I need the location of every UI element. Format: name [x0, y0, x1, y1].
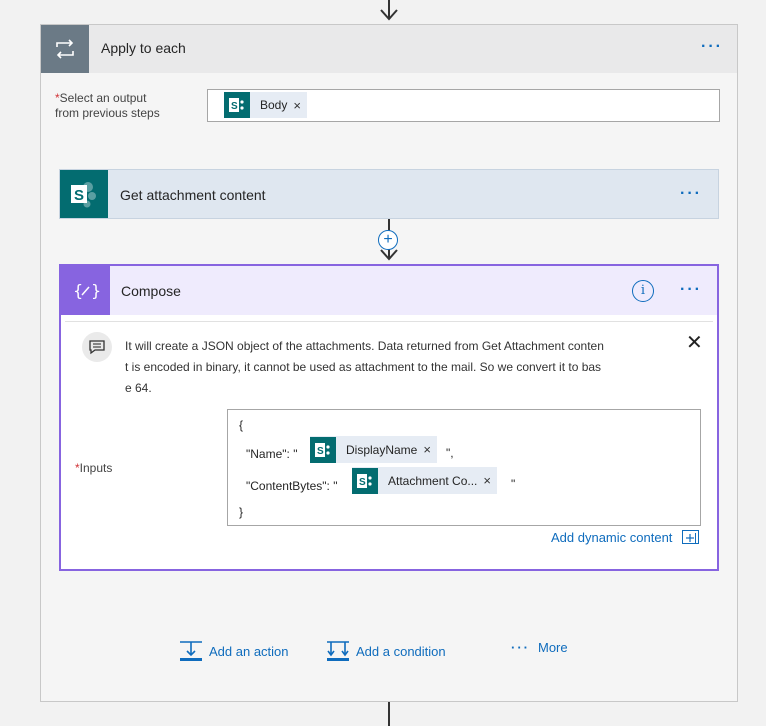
- add-dynamic-content-link[interactable]: Add dynamic content: [551, 530, 672, 545]
- body-token[interactable]: S Body ×: [224, 92, 307, 118]
- get-attachment-content-card[interactable]: S Get attachment content ···: [59, 169, 719, 219]
- inputs-label-text: Inputs: [79, 461, 113, 475]
- add-action-label: Add an action: [209, 643, 289, 659]
- apply-to-each-title: Apply to each: [101, 40, 186, 56]
- more-button[interactable]: ··· More: [511, 640, 568, 655]
- sharepoint-icon: S: [224, 92, 250, 118]
- sharepoint-icon: S: [352, 467, 378, 494]
- compose-title: Compose: [121, 283, 181, 299]
- compose-menu-icon[interactable]: ···: [680, 281, 702, 299]
- loop-icon: [41, 25, 89, 73]
- apply-menu-icon[interactable]: ···: [701, 38, 723, 56]
- json-contentbytes-key: "ContentBytes": ": [246, 479, 338, 493]
- body-token-remove-icon[interactable]: ×: [293, 98, 307, 113]
- add-condition-label: Add a condition: [356, 643, 446, 659]
- get-attachment-menu-icon[interactable]: ···: [680, 185, 702, 203]
- attachment-content-token-remove-icon[interactable]: ×: [483, 473, 497, 488]
- arrow-down-icon: [380, 9, 398, 21]
- select-output-label-line2: from previous steps: [55, 106, 160, 120]
- svg-text:{: {: [73, 281, 83, 300]
- inputs-field[interactable]: { "Name": " S DisplayName × ", "ContentB…: [227, 409, 701, 526]
- attachment-content-token-label: Attachment Co...: [388, 473, 478, 488]
- svg-text:S: S: [231, 101, 238, 112]
- add-step-plus-icon[interactable]: +: [378, 230, 398, 250]
- svg-text:S: S: [317, 446, 324, 457]
- add-dynamic-content-icon[interactable]: [682, 530, 699, 544]
- more-label: More: [538, 640, 568, 655]
- comment-text: It will create a JSON object of the atta…: [125, 339, 604, 395]
- add-action-icon: [180, 641, 202, 661]
- json-name-suffix: ",: [446, 446, 454, 460]
- header-divider: [65, 321, 713, 322]
- info-icon[interactable]: i: [632, 280, 654, 302]
- select-output-label-line1: Select an output: [59, 91, 147, 105]
- close-comment-icon[interactable]: ✕: [686, 330, 703, 355]
- json-open-brace: {: [239, 418, 244, 432]
- compose-header[interactable]: { } Compose i ···: [61, 266, 717, 315]
- select-output-field[interactable]: S Body ×: [207, 89, 720, 122]
- svg-text:S: S: [359, 477, 366, 488]
- attachment-content-token[interactable]: S Attachment Co... ×: [352, 467, 497, 494]
- displayname-token[interactable]: S DisplayName ×: [310, 436, 437, 463]
- more-dots-icon: ···: [511, 640, 530, 655]
- connector-line-bottom: [388, 702, 390, 726]
- svg-text:S: S: [74, 187, 84, 204]
- body-token-label: Body: [260, 98, 288, 112]
- apply-to-each-header[interactable]: Apply to each ···: [41, 25, 737, 73]
- svg-text:}: }: [91, 281, 100, 300]
- arrow-down-icon: [380, 249, 398, 261]
- json-contentbytes-suffix: ": [511, 477, 516, 491]
- sharepoint-icon: S: [60, 170, 108, 218]
- json-close-brace: }: [239, 505, 244, 519]
- compose-icon: { }: [61, 266, 110, 315]
- displayname-token-label: DisplayName: [346, 442, 418, 457]
- get-attachment-content-title: Get attachment content: [120, 187, 266, 203]
- sharepoint-icon: S: [310, 436, 336, 463]
- compose-card: { } Compose i ··· It will create a JSON …: [59, 264, 719, 571]
- displayname-token-remove-icon[interactable]: ×: [423, 442, 437, 457]
- add-condition-icon: [327, 641, 349, 661]
- add-condition-button[interactable]: Add a condition: [326, 640, 446, 662]
- inputs-label: *Inputs: [75, 461, 112, 475]
- select-output-label: *Select an output from previous steps: [55, 91, 205, 121]
- json-name-key: "Name": ": [246, 447, 298, 461]
- comment-icon: [82, 332, 112, 362]
- add-action-button[interactable]: Add an action: [179, 640, 289, 662]
